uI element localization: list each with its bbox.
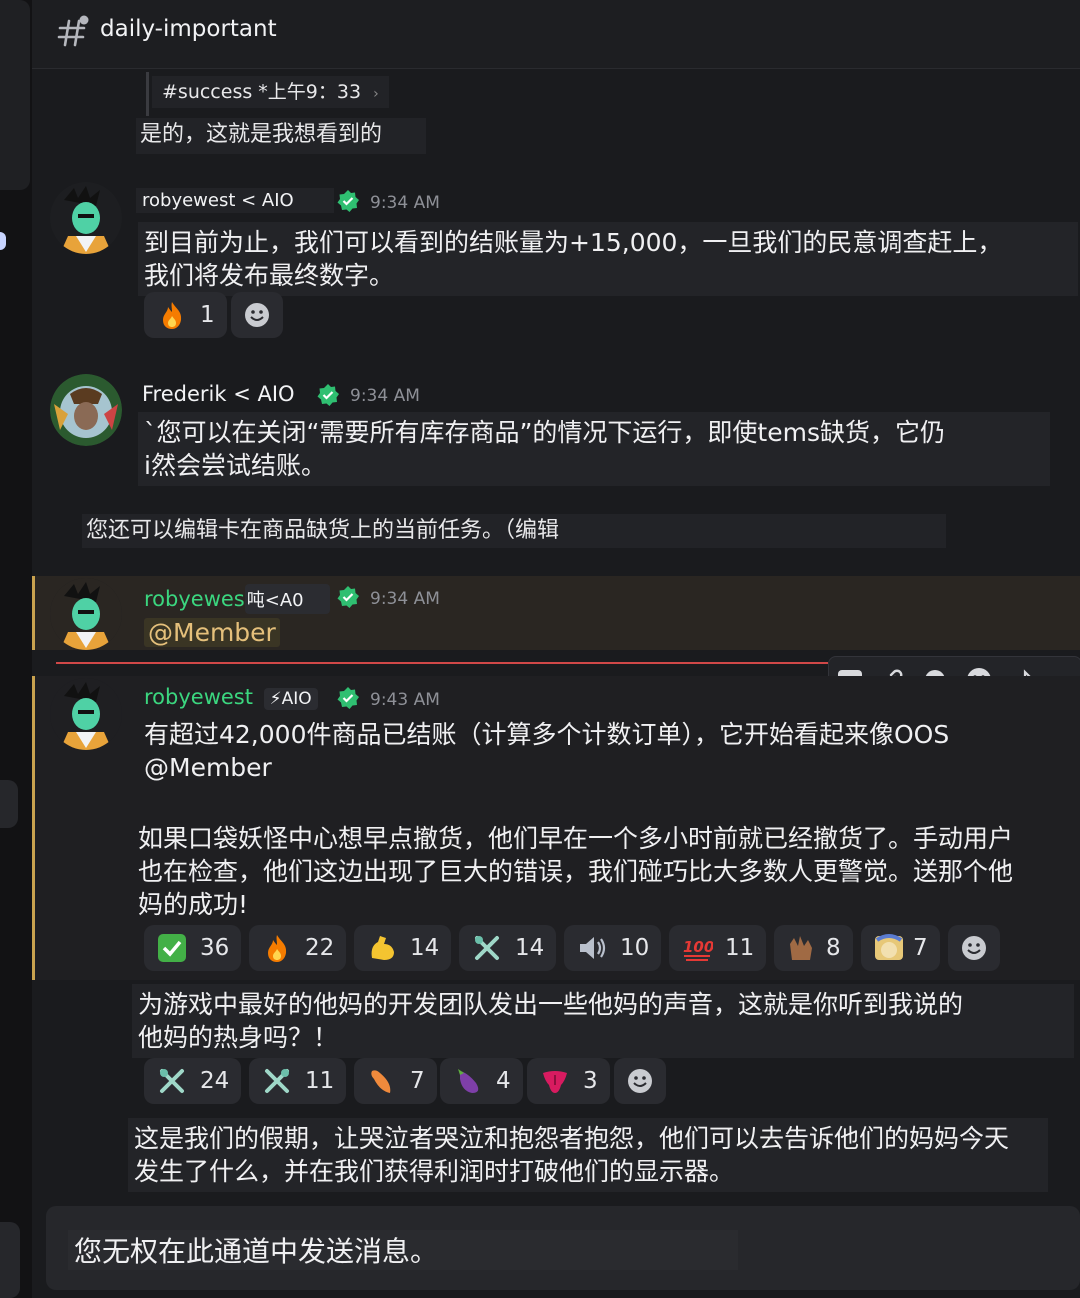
rail-status-dot xyxy=(0,232,6,250)
avatar[interactable] xyxy=(50,182,122,254)
rail-item[interactable] xyxy=(0,1222,20,1298)
tools-icon xyxy=(475,936,499,960)
check-box-icon xyxy=(158,934,186,962)
message-timestamp: 9:34 AM xyxy=(370,589,440,609)
reaction-count: 10 xyxy=(620,935,650,961)
smile-add-icon xyxy=(245,303,269,327)
avatar[interactable] xyxy=(50,374,122,446)
reaction-count: 22 xyxy=(305,935,335,961)
reaction-count: 7 xyxy=(410,1068,425,1094)
reaction-count: 14 xyxy=(410,935,440,961)
message-text: 您还可以编辑卡在商品缺货上的当前任务。（编辑 xyxy=(82,514,946,548)
avatar[interactable] xyxy=(50,678,122,750)
reaction-sticker[interactable]: 7 xyxy=(861,925,940,971)
reaction-check[interactable]: 36 xyxy=(144,925,242,971)
rail-item[interactable] xyxy=(0,780,18,828)
reaction-count: 36 xyxy=(200,935,230,961)
eggplant-icon xyxy=(458,1069,479,1093)
pepper-icon xyxy=(371,1070,391,1093)
message-timestamp: 9:43 AM xyxy=(370,690,440,710)
message-text: `您可以在关闭“需要所有库存商品”的情况下运行，即使tems缺货，它仍 i然会尝… xyxy=(138,412,1050,486)
add-reaction-button[interactable] xyxy=(231,292,283,338)
new-messages-divider xyxy=(56,662,828,664)
hundred-points-icon: 100 xyxy=(683,938,713,961)
verified-badge-icon xyxy=(317,384,339,406)
fire-icon xyxy=(268,935,287,962)
reply-preview[interactable]: #success *上午9：33 › xyxy=(152,76,389,108)
message-text: @Member xyxy=(144,616,280,649)
add-reaction-button[interactable] xyxy=(948,925,1000,971)
reaction-count: 7 xyxy=(913,935,928,961)
reaction-count: 24 xyxy=(200,1068,230,1094)
reply-preview-text: #success *上午9：33 xyxy=(162,81,362,103)
speaker-icon xyxy=(580,937,606,959)
reaction-fire[interactable]: 1 xyxy=(144,292,227,338)
chevron-right-icon: › xyxy=(373,86,379,102)
server-rail xyxy=(0,0,32,1298)
reaction-count: 8 xyxy=(826,935,841,961)
tongue-icon xyxy=(543,1071,567,1093)
author-name[interactable]: Frederik < AIO xyxy=(142,382,295,406)
verified-badge-icon xyxy=(337,687,359,709)
verified-badge-icon xyxy=(337,190,359,212)
author-name[interactable]: robyewest ⚡AIO xyxy=(144,685,318,710)
hash-thread-icon xyxy=(57,15,89,47)
fire-icon xyxy=(163,302,182,329)
avatar[interactable] xyxy=(50,578,122,650)
message-text: 为游戏中最好的他妈的开发团队发出一些他妈的声音，这就是你听到我说的 他妈的热身吗… xyxy=(132,984,1074,1058)
reaction-hundred[interactable]: 100 11 xyxy=(669,925,767,971)
channel-name: daily-important xyxy=(100,16,277,42)
reaction-hands[interactable]: 8 xyxy=(774,925,853,971)
reaction-tools[interactable]: 14 xyxy=(459,925,557,971)
add-reaction-button[interactable] xyxy=(614,1058,666,1104)
tools-icon xyxy=(265,1069,289,1093)
message-text: 如果口袋妖怪中心想早点撤货，他们早在一个多小时前就已经撤货了。手动用户 也在检查… xyxy=(132,818,1080,925)
reaction-pepper[interactable]: 7 xyxy=(354,1058,437,1104)
reaction-count: 11 xyxy=(305,1068,335,1094)
reaction-count: 3 xyxy=(583,1068,598,1094)
reaction-eggplant[interactable]: 4 xyxy=(440,1058,523,1104)
author-name[interactable]: robyewes 吨<A0 xyxy=(144,584,330,614)
aio-badge: ⚡AIO xyxy=(263,688,318,710)
smile-add-icon xyxy=(628,1069,652,1093)
reaction-count: 1 xyxy=(200,302,215,328)
message-text: 这是我们的假期，让哭泣者哭泣和抱怨者抱怨，他们可以去告诉他们的妈妈今天 发生了什… xyxy=(128,1118,1048,1192)
message-text: 到目前为止，我们可以看到的结账量为+15,000，一旦我们的民意调查赶上， 我们… xyxy=(138,222,1078,296)
reaction-count: 11 xyxy=(725,935,755,961)
reaction-tongue[interactable]: 3 xyxy=(527,1058,610,1104)
reaction-muscle[interactable]: 14 xyxy=(354,925,452,971)
reaction-tools-2[interactable]: 11 xyxy=(249,1058,347,1104)
message-timestamp: 9:34 AM xyxy=(350,386,420,406)
reaction-count: 14 xyxy=(515,935,545,961)
mention-member[interactable]: @Member xyxy=(144,618,280,647)
verified-badge-icon xyxy=(337,586,359,608)
flexed-biceps-icon xyxy=(371,936,394,960)
smile-add-icon xyxy=(962,936,986,960)
rail-item[interactable] xyxy=(0,0,30,190)
reaction-tools[interactable]: 24 xyxy=(144,1058,242,1104)
svg-text:100: 100 xyxy=(683,938,713,956)
message-text: 是的，这就是我想看到的 xyxy=(136,118,427,154)
message-composer: 您无权在此通道中发送消息。 xyxy=(46,1206,1080,1290)
reaction-count: 4 xyxy=(496,1068,511,1094)
reaction-fire[interactable]: 22 xyxy=(249,925,347,971)
tools-icon xyxy=(160,1069,184,1093)
reply-quote-bar xyxy=(146,72,149,116)
author-name[interactable]: robyewest < AIO xyxy=(136,188,334,213)
reaction-speaker[interactable]: 10 xyxy=(564,925,662,971)
no-permission-notice: 您无权在此通道中发送消息。 xyxy=(68,1230,739,1270)
message-timestamp: 9:34 AM xyxy=(370,193,440,213)
message-text: 有超过42,000件商品已结账（计算多个计数订单），它开始看起来像OOS @Me… xyxy=(138,714,1072,788)
sticker-icon xyxy=(875,934,903,960)
hands-icon xyxy=(790,936,812,960)
author-tag: 吨<A0 xyxy=(244,584,330,614)
